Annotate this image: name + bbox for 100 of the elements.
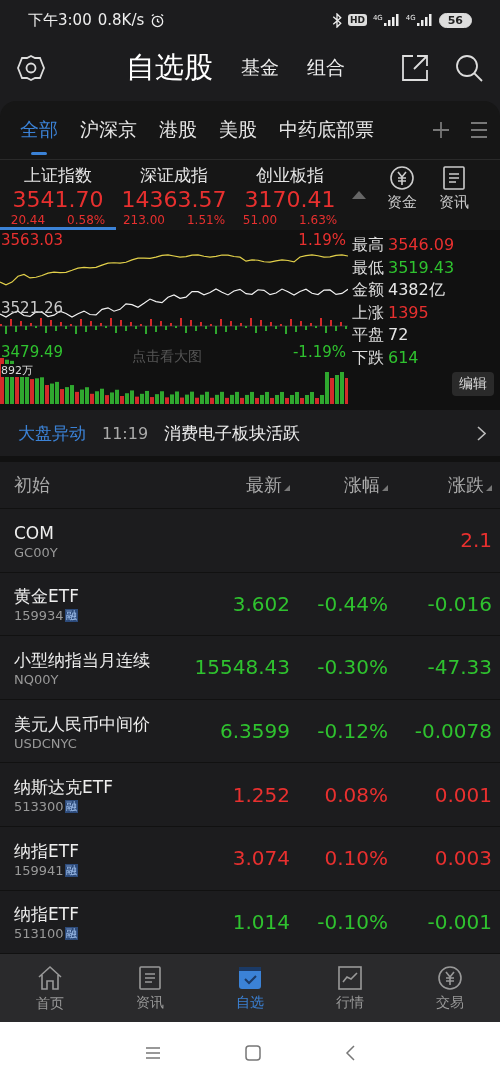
change-cell: -0.016: [427, 591, 492, 616]
percent-cell: -0.10%: [317, 909, 388, 934]
change-cell: -47.33: [427, 655, 492, 680]
security-code: GC00Y: [14, 544, 58, 560]
price-cell: 3.074: [232, 846, 290, 871]
security-name[interactable]: 纳斯达克ETF: [14, 775, 113, 800]
percent-cell: 0.10%: [324, 846, 388, 871]
security-code: 513300: [14, 799, 64, 815]
category-tab[interactable]: 中药底部票: [279, 109, 374, 151]
security-name[interactable]: COM: [14, 520, 54, 545]
column-header: 初始: [14, 473, 51, 497]
back-icon[interactable]: [345, 1044, 355, 1061]
category-tab[interactable]: 港股: [159, 109, 197, 151]
security-code: 159934: [14, 608, 64, 624]
document-icon: [137, 964, 163, 991]
stat-value: 3519.43: [388, 256, 455, 279]
home-icon: [36, 963, 64, 992]
document-icon: [441, 165, 467, 191]
sort-icon: [382, 485, 388, 491]
price-cell: 3.602: [232, 591, 290, 616]
stat-label: 金额: [352, 279, 384, 302]
chevron-right-icon[interactable]: [477, 425, 486, 441]
stat-value: 72: [388, 324, 409, 347]
menu-icon[interactable]: [145, 1045, 161, 1060]
collapse-caret-icon[interactable]: [352, 190, 366, 199]
nav-tab[interactable]: 行情: [300, 954, 400, 1022]
alert-text[interactable]: 消费电子板块活跃: [164, 421, 461, 445]
price-cell: 1.014: [232, 909, 290, 934]
security-name[interactable]: 纳指ETF: [14, 838, 79, 863]
nav-tab[interactable]: 首页: [0, 954, 100, 1022]
security-code: USDCNYC: [14, 735, 77, 751]
yuan-icon: [437, 964, 463, 991]
stat-value: 614: [388, 346, 419, 369]
stat-label: 上涨: [352, 301, 384, 324]
volume-label: 892万: [1, 364, 33, 377]
battery-indicator: 56: [438, 12, 472, 28]
nav-tab[interactable]: 资讯: [100, 954, 200, 1022]
clock-time: 下午3:00: [28, 10, 92, 30]
checked-calendar-icon: [237, 964, 263, 991]
security-name[interactable]: 美元人民币中间价: [14, 711, 150, 736]
index-card[interactable]: 深证成指 14363.57 213.00 1.51%: [116, 164, 232, 230]
menu-icon[interactable]: [470, 121, 488, 139]
column-header[interactable]: 涨幅: [290, 473, 388, 497]
signal-icon: [416, 14, 433, 26]
price-cell: 1.252: [232, 782, 290, 807]
margin-badge: 融: [64, 609, 78, 623]
nav-tab[interactable]: 自选: [200, 954, 300, 1022]
category-tab[interactable]: 美股: [219, 109, 257, 151]
sort-icon: [486, 485, 492, 491]
change-cell: -0.0078: [414, 719, 492, 744]
header-tab[interactable]: 组合: [307, 54, 345, 81]
sort-icon: [284, 485, 290, 491]
stat-label: 最低: [352, 256, 384, 279]
bluetooth-icon: [331, 12, 342, 28]
signal-icon: [383, 14, 400, 26]
index-card[interactable]: 创业板指 3170.41 51.00 1.63%: [232, 164, 348, 230]
quick-link[interactable]: 资金: [376, 164, 428, 230]
stat-value: 3546.09: [388, 234, 455, 256]
yuan-icon: [389, 165, 415, 191]
axis-label: 3479.49: [1, 344, 64, 361]
stat-label: 平盘: [352, 324, 384, 347]
margin-badge: 融: [64, 800, 78, 814]
security-code: 513100: [14, 926, 64, 942]
page-title[interactable]: 自选股: [126, 47, 213, 88]
line-chart-icon: [337, 964, 363, 991]
edit-button[interactable]: 编辑: [452, 372, 494, 396]
chart-hint: 点击看大图: [132, 348, 202, 366]
security-name[interactable]: 纳指ETF: [14, 902, 79, 927]
quick-link[interactable]: 资讯: [428, 164, 480, 230]
settings-icon[interactable]: [16, 52, 46, 83]
hd-voice-badge: HD: [347, 14, 367, 26]
nav-tab[interactable]: 交易: [400, 954, 500, 1022]
security-name[interactable]: 小型纳指当月连续: [14, 648, 150, 672]
network-speed: 0.8K/s: [97, 11, 145, 29]
share-icon[interactable]: [400, 52, 430, 83]
percent-cell: -0.12%: [317, 719, 388, 744]
category-tab[interactable]: 沪深京: [80, 109, 137, 151]
stat-label: 下跌: [352, 346, 384, 369]
home-button-icon[interactable]: [245, 1044, 261, 1061]
price-cell: 6.3599: [220, 719, 290, 744]
change-cell: 0.003: [434, 846, 492, 871]
header-tab[interactable]: 基金: [241, 54, 279, 81]
stat-label: 最高: [352, 234, 384, 256]
margin-badge: 融: [64, 863, 78, 877]
margin-badge: 融: [64, 927, 78, 941]
column-header[interactable]: 最新: [190, 473, 290, 497]
alert-tag: 大盘异动: [18, 421, 86, 445]
add-icon[interactable]: [432, 121, 450, 139]
security-name[interactable]: 黄金ETF: [14, 584, 79, 609]
search-icon[interactable]: [454, 52, 484, 83]
change-cell: 0.001: [434, 782, 492, 807]
change-cell: -0.001: [427, 909, 492, 934]
security-code: 159941: [14, 862, 64, 878]
stat-value: 4382亿: [388, 279, 445, 302]
column-header[interactable]: 涨跌: [388, 473, 492, 497]
alert-time: 11:19: [102, 423, 149, 443]
price-cell: 15548.43: [194, 655, 290, 680]
axis-label: 3563.03: [1, 232, 64, 249]
percent-cell: -0.44%: [317, 591, 388, 616]
axis-label: 1.19%: [298, 232, 346, 249]
